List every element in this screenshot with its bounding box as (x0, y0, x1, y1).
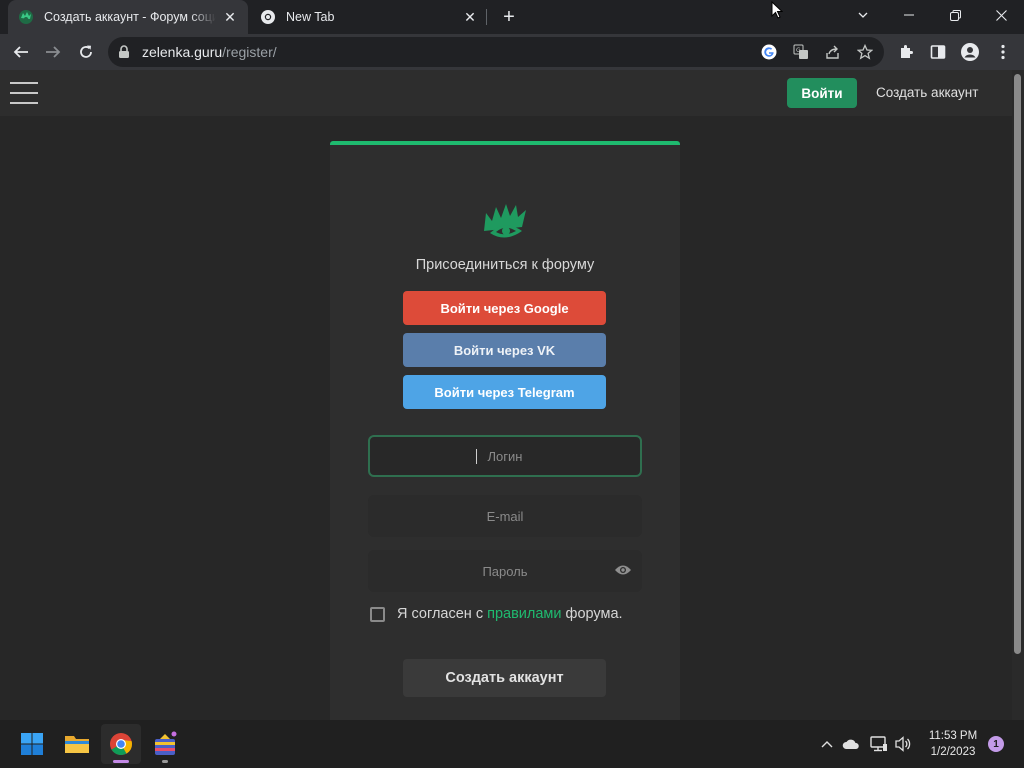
clock-time: 11:53 PM (928, 730, 978, 742)
browser-toolbar: zelenka.guru/register/ G (0, 34, 1024, 70)
tab-register[interactable]: Создать аккаунт - Форум социальной инжен… (8, 0, 248, 34)
share-icon[interactable] (824, 43, 842, 61)
taskbar-clock[interactable]: 11:53 PM 1/2/2023 (920, 728, 986, 760)
minimize-icon[interactable] (886, 0, 932, 30)
chrome-taskbar-icon[interactable] (101, 724, 141, 764)
onedrive-cloud-icon[interactable] (842, 734, 860, 754)
rules-link[interactable]: правилами (487, 606, 561, 622)
volume-speaker-icon[interactable] (894, 734, 912, 754)
chrome-icon (260, 9, 276, 25)
site-header: Войти Создать аккаунт (0, 70, 1012, 116)
lock-icon[interactable] (118, 45, 130, 64)
winrar-archive-icon[interactable] (145, 724, 185, 764)
lolz-eye-logo-icon (482, 201, 528, 248)
tab-new-tab[interactable]: New Tab ✕ (250, 0, 488, 34)
text-caret (475, 448, 477, 464)
side-panel-icon[interactable] (929, 43, 947, 61)
windows-taskbar: 11:53 PM 1/2/2023 (0, 720, 1024, 768)
terms-agreement: Я согласен с правилами форума. (370, 606, 623, 622)
windows-start-icon[interactable] (12, 724, 52, 764)
login-placeholder: Логин (487, 448, 523, 464)
join-forum-title: Присоединиться к форуму (415, 257, 595, 273)
restore-icon[interactable] (932, 0, 978, 30)
tab-title: Создать аккаунт - Форум социальной инжен… (44, 10, 216, 24)
telegram-login-button[interactable]: Войти через Telegram (403, 375, 606, 409)
tab-separator (486, 9, 487, 25)
terms-checkbox[interactable] (370, 606, 385, 622)
register-link[interactable]: Создать аккаунт (876, 85, 978, 100)
reload-icon[interactable] (73, 39, 99, 65)
page-scrollbar[interactable] (1012, 70, 1024, 720)
tab-title: New Tab (286, 10, 335, 24)
extensions-puzzle-icon[interactable] (897, 43, 915, 61)
back-arrow-icon[interactable] (8, 39, 34, 65)
file-explorer-icon[interactable] (57, 724, 97, 764)
google-login-button[interactable]: Войти через Google (403, 291, 606, 325)
tab-search-chevron-icon[interactable] (840, 0, 886, 30)
translate-icon[interactable]: G (792, 43, 810, 61)
bookmark-star-icon[interactable] (856, 43, 874, 61)
chevron-up-icon[interactable] (818, 734, 836, 754)
network-icon[interactable] (870, 734, 888, 754)
email-placeholder: E-mail (486, 508, 524, 524)
address-bar[interactable]: zelenka.guru/register/ G (108, 37, 884, 67)
email-input[interactable]: E-mail (368, 495, 642, 537)
register-card: Присоединиться к форуму Войти через Goog… (330, 141, 680, 721)
notification-badge[interactable]: 1 (988, 736, 1004, 752)
google-icon[interactable] (760, 43, 778, 61)
mouse-cursor-icon (771, 0, 784, 24)
forward-arrow-icon[interactable] (40, 39, 66, 65)
active-app-indicator (113, 760, 129, 763)
login-input[interactable]: Логин (368, 435, 642, 477)
hamburger-menu-icon[interactable] (10, 80, 38, 106)
scrollbar-thumb[interactable] (1014, 74, 1021, 654)
running-app-indicator (162, 760, 168, 763)
close-icon[interactable]: ✕ (222, 9, 238, 25)
lolz-favicon-icon (18, 9, 34, 25)
close-icon[interactable]: ✕ (462, 9, 478, 25)
login-button[interactable]: Войти (787, 78, 857, 108)
clock-date: 1/2/2023 (930, 746, 976, 758)
create-account-button[interactable]: Создать аккаунт (403, 659, 606, 697)
vk-login-button[interactable]: Войти через VK (403, 333, 606, 367)
url-text[interactable]: zelenka.guru/register/ (142, 44, 277, 60)
password-placeholder: Пароль (482, 563, 528, 579)
new-tab-plus-icon[interactable]: + (498, 6, 520, 28)
profile-avatar-icon[interactable] (961, 43, 979, 61)
menu-kebab-icon[interactable] (994, 43, 1012, 61)
password-input[interactable]: Пароль (368, 550, 642, 592)
svg-text:G: G (796, 47, 801, 54)
agree-prefix: Я согласен с (397, 606, 488, 622)
window-close-icon[interactable] (978, 0, 1024, 30)
agree-suffix: форума. (561, 606, 623, 622)
browser-tabstrip: Создать аккаунт - Форум социальной инжен… (0, 0, 1024, 34)
show-password-eye-icon[interactable] (614, 563, 632, 580)
